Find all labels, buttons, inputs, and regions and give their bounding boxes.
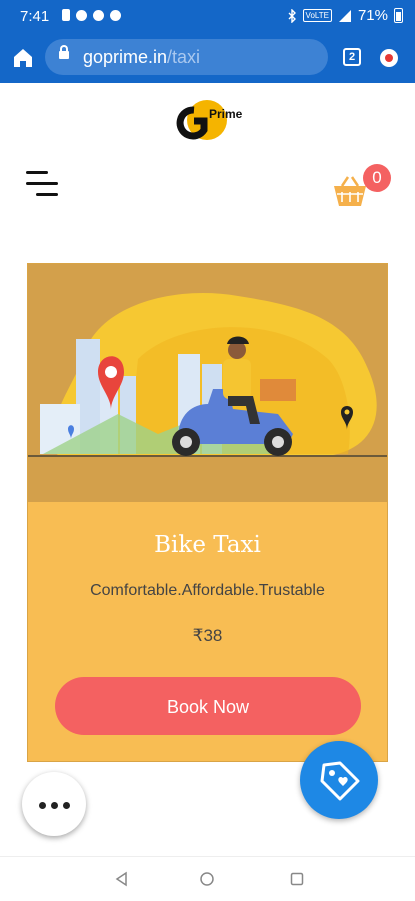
service-price: ₹38 (192, 626, 223, 645)
recents-icon[interactable] (289, 871, 305, 887)
status-time: 7:41 (20, 8, 50, 25)
more-dot (51, 802, 58, 809)
more-dot (63, 802, 70, 809)
address-bar[interactable]: goprime.in/taxi (45, 39, 328, 75)
bike-taxi-illustration (28, 264, 387, 502)
battery-percent: 71% (357, 7, 388, 24)
url-host: goprime.in (83, 47, 168, 67)
tab-switcher-button[interactable]: 2 (343, 48, 361, 66)
service-card: Bike Taxi Comfortable.Affordable.Trustab… (27, 263, 388, 762)
book-now-button[interactable]: Book Now (55, 677, 361, 735)
price-tag-icon (320, 761, 360, 801)
service-tagline: Comfortable.Affordable.Trustable (90, 582, 325, 599)
lock-icon (59, 45, 69, 59)
logo-text: Prime (209, 107, 243, 121)
extension-icon[interactable] (380, 49, 398, 67)
more-horizontal-icon (39, 802, 46, 809)
more-options-button[interactable] (22, 772, 86, 836)
home-icon[interactable] (8, 43, 38, 73)
url-text: goprime.in/taxi (83, 47, 200, 68)
status-bar: 7:41 VoLTE 71% (0, 0, 415, 33)
sim-icon (62, 9, 70, 21)
messenger-icon (110, 9, 121, 21)
illustration-svg (28, 293, 387, 457)
system-icons: VoLTE 71% (287, 7, 403, 24)
home-nav-icon[interactable] (199, 871, 215, 887)
browser-toolbar: goprime.in/taxi 2 (0, 33, 415, 83)
cart-count-badge: 0 (363, 164, 391, 192)
signal-icon (338, 9, 351, 22)
battery-icon (394, 8, 403, 23)
google-icon (93, 9, 104, 21)
back-icon[interactable] (114, 871, 130, 887)
notification-icons (62, 9, 121, 21)
hamburger-icon[interactable] (22, 168, 62, 200)
url-path: /taxi (167, 47, 201, 67)
service-title: Bike Taxi (154, 532, 261, 558)
android-nav-bar (0, 856, 415, 901)
bluetooth-icon (288, 8, 296, 23)
offers-button[interactable] (300, 741, 378, 819)
volte-badge: VoLTE (302, 9, 332, 22)
goprime-logo[interactable]: Prime (166, 96, 252, 144)
cart-button[interactable]: 0 (330, 164, 396, 208)
facebook-icon (76, 9, 87, 21)
